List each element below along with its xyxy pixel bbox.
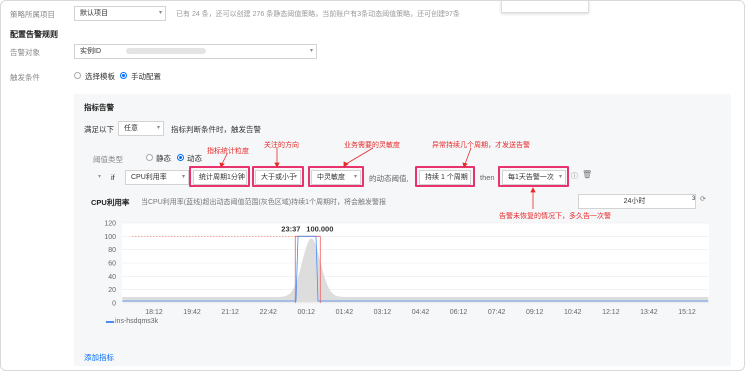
- policy-project-value: 默认项目: [80, 10, 108, 17]
- time-range-number: 3: [692, 196, 696, 202]
- radio-static[interactable]: [146, 154, 153, 161]
- peak-time-label: 23:37: [281, 224, 300, 233]
- x-tick-label: 19:42: [183, 309, 201, 316]
- metric-select[interactable]: CPU利用率 ▾: [125, 170, 189, 185]
- trigger-label: 触发条件: [10, 73, 40, 82]
- time-range-value: 24小时: [623, 198, 646, 205]
- radio-manual-label: 手动配置: [131, 72, 161, 81]
- y-tick-label: 100: [104, 234, 116, 241]
- radio-static-label: 静态: [156, 154, 171, 163]
- radio-dynamic[interactable]: [177, 154, 184, 161]
- refresh-icon[interactable]: ⟳: [700, 195, 706, 203]
- satisfy-select[interactable]: 任意 ▾: [118, 121, 164, 136]
- y-tick-label: 20: [108, 287, 116, 294]
- policy-project-select[interactable]: 默认项目 ▾: [74, 6, 166, 21]
- chevron-down-icon: ▾: [158, 10, 162, 16]
- chevron-down-icon: ▾: [156, 125, 160, 131]
- alarm-object-type: 实例ID: [80, 48, 101, 55]
- annotation-period: 指标统计粒度: [207, 148, 249, 155]
- cpu-chart: 0 20 40 60 80 100 120 18:12 19:42 21:12 22:42 00:12…: [104, 221, 709, 316]
- policy-quota-note: 已有 24 条，还可以创建 276 条静态阈值策略，当前账户有3条动态阈值策略，…: [176, 11, 460, 18]
- trash-icon[interactable]: 🗑: [582, 170, 592, 179]
- x-tick-label: 07:42: [488, 309, 506, 316]
- highlight-sensitivity: [308, 166, 364, 187]
- legend-line-icon: [106, 321, 114, 323]
- y-tick-label: 120: [104, 221, 116, 228]
- x-tick-label: 00:12: [298, 309, 316, 316]
- x-tick-label: 15:12: [678, 309, 696, 316]
- alarm-object-label: 告警对象: [10, 48, 40, 57]
- radio-dynamic-label: 动态: [187, 154, 202, 163]
- x-tick-label: 12:12: [602, 309, 620, 316]
- highlight-repeat: [498, 166, 569, 187]
- x-tick-label: 18:12: [145, 309, 163, 316]
- x-tick-label: 04:42: [412, 309, 430, 316]
- highlight-duration: [415, 166, 475, 187]
- policy-project-label: 策略所属项目: [10, 10, 55, 19]
- satisfy-value: 任意: [124, 125, 138, 132]
- annotation-direction: 关注的方向: [264, 142, 299, 149]
- highlight-compare: [252, 166, 304, 187]
- if-label: if: [111, 173, 115, 182]
- tooltip-popup: [501, 1, 589, 13]
- y-tick-label: 80: [108, 247, 116, 254]
- y-tick-label: 0: [112, 301, 116, 308]
- then-label: then: [480, 173, 495, 182]
- x-tick-label: 09:12: [526, 309, 544, 316]
- x-tick-label: 21:12: [221, 309, 239, 316]
- x-tick-label: 06:12: [450, 309, 468, 316]
- annotation-duration: 异常持续几个周期，才发送告警: [432, 142, 530, 149]
- x-tick-label: 01:42: [336, 309, 354, 316]
- satisfy-prefix: 满足以下: [84, 125, 114, 134]
- radio-template-label: 选择模板: [85, 72, 115, 81]
- dynamic-threshold-text: 的动态阈值,: [369, 174, 409, 183]
- info-icon[interactable]: ⓘ: [571, 171, 578, 181]
- annotation-sensitivity: 业务需要的灵敏度: [344, 142, 400, 149]
- add-metric-link[interactable]: 添加指标: [84, 352, 114, 363]
- x-tick-label: 22:42: [259, 309, 277, 316]
- metric-value: CPU利用率: [131, 174, 167, 181]
- radio-template[interactable]: [74, 72, 81, 79]
- metric-alarm-title: 指标告警: [84, 103, 114, 112]
- chevron-down-icon: ▾: [181, 174, 185, 180]
- alarm-policy-form: 策略所属项目 默认项目 ▾ 已有 24 条，还可以创建 276 条静态阈值策略，…: [0, 0, 745, 371]
- redacted-instance-id: [126, 48, 206, 54]
- y-tick-label: 40: [108, 274, 116, 281]
- y-tick-label: 60: [108, 261, 116, 268]
- collapse-toggle-icon[interactable]: ▾: [98, 173, 101, 180]
- highlight-period: [189, 166, 250, 187]
- x-tick-label: 13:42: [640, 309, 658, 316]
- peak-value-label: 100.000: [306, 224, 333, 233]
- chevron-down-icon: ▾: [309, 48, 313, 54]
- x-tick-label: 03:12: [374, 309, 392, 316]
- radio-manual[interactable]: [120, 72, 127, 79]
- x-tick-label: 10:42: [564, 309, 582, 316]
- alarm-rules-title: 配置告警规则: [10, 30, 58, 39]
- threshold-type-label: 阈值类型: [93, 155, 123, 164]
- legend-label: ins-hsdqms3k: [115, 318, 159, 325]
- satisfy-suffix: 指标判断条件时，触发告警: [171, 125, 261, 134]
